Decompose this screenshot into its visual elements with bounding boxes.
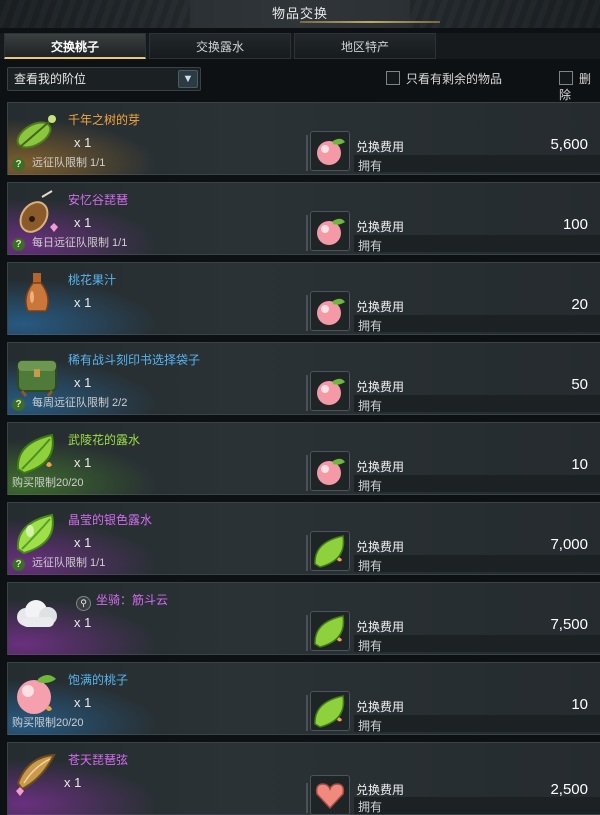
item-quantity: x 1 <box>74 375 92 390</box>
owned-label: 拥有 <box>358 639 383 653</box>
list-item[interactable]: ⚲ 坐骑：筋斗云 x 1 兑换费用 拥有 7,500 <box>7 582 600 655</box>
item-limit: 购买限制20/20 <box>12 477 84 489</box>
cost-label: 兑换费用 <box>356 380 405 394</box>
only-remaining-filter[interactable]: 只看有剩余的物品 <box>386 71 502 87</box>
only-remaining-checkbox[interactable] <box>386 71 400 85</box>
list-item[interactable]: 饱满的桃子 x 1 购买限制20/20 兑换费用 拥有 10 <box>7 662 600 735</box>
green-dew-icon <box>310 691 350 731</box>
item-price: 7,000 <box>550 536 588 553</box>
item-quantity: x 1 <box>74 615 92 630</box>
owned-label: 拥有 <box>358 159 383 173</box>
item-name: ⚲ 坐骑：筋斗云 <box>76 591 168 611</box>
silver-dew-icon <box>12 509 62 559</box>
tab-exchange-peach[interactable]: 交换桃子 <box>4 33 146 59</box>
item-name: 稀有战斗刻印书选择袋子 <box>68 353 201 367</box>
cost-label: 兑换费用 <box>356 540 405 554</box>
item-limit: ? 远征队限制 1/1 <box>12 156 105 171</box>
green-dew-icon <box>12 429 62 479</box>
item-name: 饱满的桃子 <box>68 673 129 687</box>
item-limit: 购买限制20/20 <box>12 717 84 729</box>
filter-bar: 查看我的阶位 ▼ 只看有剩余的物品 删除 <box>0 63 600 102</box>
peach-icon <box>310 371 350 411</box>
window-titlebar: 物品交换 <box>0 0 600 28</box>
item-price: 100 <box>562 216 588 233</box>
green-dew-icon <box>310 531 350 571</box>
cost-label: 兑换费用 <box>356 620 405 634</box>
item-quantity: x 1 <box>64 775 82 790</box>
cost-label: 兑换费用 <box>356 220 405 234</box>
tab-bar: 交换桃子 交换露水 地区特产 <box>0 33 600 59</box>
peach-icon <box>12 669 62 719</box>
item-name: 苍天琵琶弦 <box>68 753 129 767</box>
item-price: 10 <box>571 696 588 713</box>
list-item[interactable]: 武陵花的露水 x 1 购买限制20/20 兑换费用 拥有 10 <box>7 422 600 495</box>
help-icon[interactable]: ? <box>12 238 25 251</box>
list-item[interactable]: 安忆谷琵琶 x 1 ? 每日远征队限制 1/1 兑换费用 拥有 100 <box>7 182 600 255</box>
list-item[interactable]: 桃花果汁 x 1 兑换费用 拥有 20 <box>7 262 600 335</box>
cost-label: 兑换费用 <box>356 140 405 154</box>
item-limit: ? 每周远征队限制 2/2 <box>12 396 127 411</box>
item-name: 桃花果汁 <box>68 273 117 287</box>
item-quantity: x 1 <box>74 455 92 470</box>
owned-label: 拥有 <box>358 399 383 413</box>
cost-label: 兑换费用 <box>356 783 405 797</box>
item-limit: ? 每日远征队限制 1/1 <box>12 236 127 251</box>
item-price: 5,600 <box>550 136 588 153</box>
item-price: 7,500 <box>550 616 588 633</box>
peach-icon <box>310 211 350 251</box>
cost-label: 兑换费用 <box>356 460 405 474</box>
grade-dropdown[interactable]: 查看我的阶位 ▼ <box>7 67 201 91</box>
list-item[interactable]: 千年之树的芽 x 1 ? 远征队限制 1/1 兑换费用 拥有 5,600 <box>7 102 600 175</box>
item-name: 千年之树的芽 <box>68 113 141 127</box>
item-name: 武陵花的露水 <box>68 433 141 447</box>
tab-exchange-dew[interactable]: 交换露水 <box>149 33 291 59</box>
item-quantity: x 1 <box>74 295 92 310</box>
item-price: 10 <box>571 456 588 473</box>
title-underline <box>300 21 440 23</box>
lute-icon <box>12 189 62 239</box>
item-name: 晶莹的银色露水 <box>68 513 153 527</box>
list-item[interactable]: 稀有战斗刻印书选择袋子 x 1 ? 每周远征队限制 2/2 兑换费用 拥有 50 <box>7 342 600 415</box>
item-quantity: x 1 <box>74 135 92 150</box>
delete-checkbox[interactable] <box>559 71 573 85</box>
item-price: 50 <box>571 376 588 393</box>
peach-icon <box>310 451 350 491</box>
item-price: 2,500 <box>550 781 588 798</box>
owned-label: 拥有 <box>358 559 383 573</box>
owned-label: 拥有 <box>358 319 383 333</box>
help-icon[interactable]: ? <box>12 558 25 571</box>
owned-label: 拥有 <box>358 479 383 493</box>
bag-icon <box>12 349 62 399</box>
list-item[interactable]: 苍天琵琶弦 x 1 兑换费用 拥有 2,500 <box>7 742 600 815</box>
tab-regional-specialty[interactable]: 地区特产 <box>294 33 436 59</box>
peach-icon <box>310 131 350 171</box>
item-quantity: x 1 <box>74 215 92 230</box>
cloud-icon <box>12 589 62 639</box>
heart-gem-icon <box>310 775 350 815</box>
list-item[interactable]: 晶莹的银色露水 x 1 ? 远征队限制 1/1 兑换费用 拥有 7,000 <box>7 502 600 575</box>
owned-label: 拥有 <box>358 800 383 814</box>
grade-dropdown-value: 查看我的阶位 <box>14 72 87 86</box>
item-price: 20 <box>571 296 588 313</box>
green-dew-icon <box>310 611 350 651</box>
vase-icon <box>12 269 62 319</box>
cost-label: 兑换费用 <box>356 700 405 714</box>
chevron-down-icon[interactable]: ▼ <box>178 70 198 88</box>
item-name: 安忆谷琵琶 <box>68 193 129 207</box>
peach-icon <box>310 291 350 331</box>
preview-magnifier-icon[interactable]: ⚲ <box>76 596 91 611</box>
item-limit: ? 远征队限制 1/1 <box>12 556 105 571</box>
owned-label: 拥有 <box>358 239 383 253</box>
window-title: 物品交换 <box>271 6 328 21</box>
sprout-leaf-icon <box>12 109 62 159</box>
delete-filter[interactable]: 删除 <box>559 71 600 103</box>
cost-label: 兑换费用 <box>356 300 405 314</box>
only-remaining-label: 只看有剩余的物品 <box>406 72 503 86</box>
help-icon[interactable]: ? <box>12 158 25 171</box>
owned-label: 拥有 <box>358 719 383 733</box>
item-quantity: x 1 <box>74 535 92 550</box>
item-quantity: x 1 <box>74 695 92 710</box>
help-icon[interactable]: ? <box>12 398 25 411</box>
strings-icon <box>12 749 62 799</box>
